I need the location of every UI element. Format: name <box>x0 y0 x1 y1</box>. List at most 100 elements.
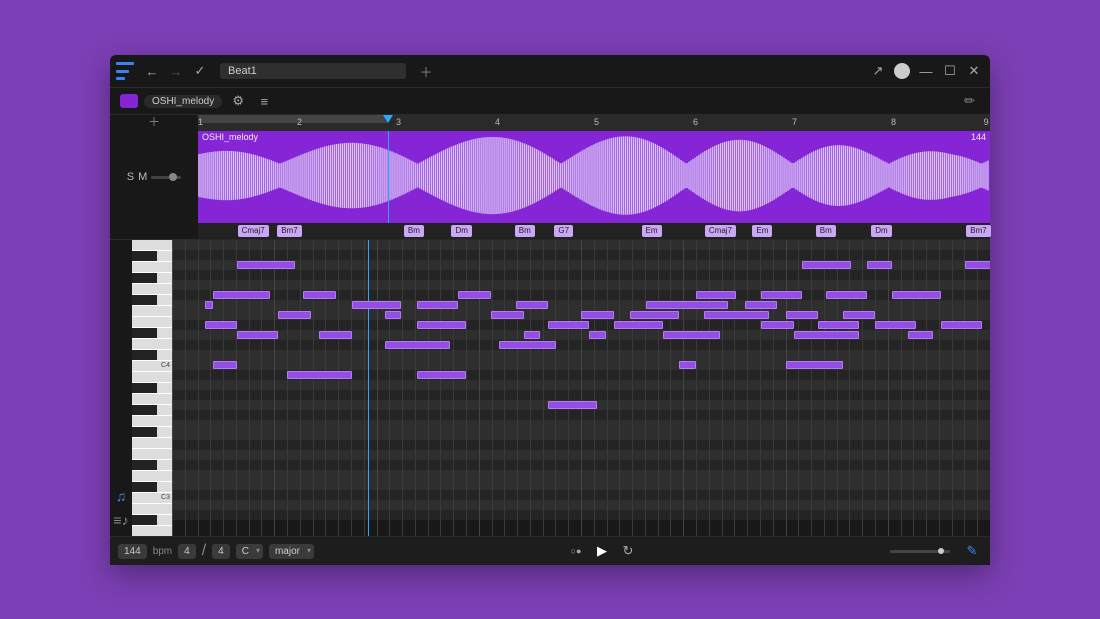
midi-note[interactable] <box>761 321 794 329</box>
midi-note[interactable] <box>278 311 311 319</box>
track-color-swatch[interactable] <box>120 94 138 108</box>
add-tab-button[interactable]: ＋ <box>416 61 436 81</box>
add-track-button[interactable]: ＋ <box>110 115 198 131</box>
list-icon[interactable]: ≡ <box>254 91 274 111</box>
solo-button[interactable]: S <box>127 171 134 183</box>
midi-note[interactable] <box>679 361 695 369</box>
midi-note[interactable] <box>213 361 238 369</box>
midi-note[interactable] <box>867 261 892 269</box>
minimize-button[interactable]: — <box>916 61 936 81</box>
midi-note[interactable] <box>205 301 213 309</box>
app-logo-icon[interactable] <box>116 62 134 80</box>
midi-note[interactable] <box>417 321 466 329</box>
midi-note[interactable] <box>614 321 663 329</box>
nav-back-icon[interactable]: ← <box>142 61 162 81</box>
midi-note[interactable] <box>287 371 352 379</box>
chord-chip[interactable]: Bm <box>404 225 424 237</box>
midi-note[interactable] <box>965 261 990 269</box>
midi-note[interactable] <box>794 331 859 339</box>
edit-icon[interactable]: ✎ <box>962 541 982 561</box>
chord-chip[interactable]: G7 <box>554 225 573 237</box>
midi-note[interactable] <box>516 301 549 309</box>
chord-chip[interactable]: Cmaj7 <box>238 225 269 237</box>
midi-note[interactable] <box>875 321 916 329</box>
record-icon[interactable]: ○● <box>566 541 586 561</box>
chord-chip[interactable]: Dm <box>871 225 891 237</box>
midi-note[interactable] <box>908 331 933 339</box>
chord-chip[interactable]: Em <box>752 225 772 237</box>
midi-note[interactable] <box>548 321 589 329</box>
maximize-button[interactable]: ☐ <box>940 61 960 81</box>
bpm-value[interactable]: 144 <box>118 544 147 559</box>
account-icon[interactable] <box>892 61 912 81</box>
midi-note[interactable] <box>548 401 597 409</box>
midi-note[interactable] <box>843 311 876 319</box>
midi-note[interactable] <box>761 291 802 299</box>
volume-slider[interactable] <box>151 176 181 179</box>
midi-note[interactable] <box>491 311 524 319</box>
timesig-num[interactable]: 4 <box>178 544 196 559</box>
midi-note[interactable] <box>696 291 737 299</box>
midi-note[interactable] <box>385 341 450 349</box>
midi-note[interactable] <box>213 291 270 299</box>
midi-note[interactable] <box>704 311 769 319</box>
pencil-icon[interactable]: ✎ <box>956 87 984 115</box>
mute-button[interactable]: M <box>138 171 147 183</box>
list-view-icon[interactable]: ≡♪ <box>113 512 128 528</box>
play-button[interactable]: ▶ <box>592 541 612 561</box>
midi-note[interactable] <box>417 301 458 309</box>
midi-note[interactable] <box>581 311 614 319</box>
loop-icon[interactable]: ↻ <box>618 541 638 561</box>
midi-note[interactable] <box>786 311 819 319</box>
chord-lane[interactable]: Cmaj7 Bm7 Bm Dm Bm G7 Em Cmaj7 Em Bm Dm Bm7 <box>198 223 990 239</box>
chord-chip[interactable]: Bm7 <box>966 225 990 237</box>
midi-note[interactable] <box>205 321 238 329</box>
key-select[interactable]: C <box>236 544 263 559</box>
midi-note[interactable] <box>941 321 982 329</box>
midi-note[interactable] <box>385 311 401 319</box>
midi-note[interactable] <box>786 361 843 369</box>
zoom-slider[interactable] <box>890 550 950 553</box>
ruler-mark: 6 <box>693 117 698 127</box>
timesig-den[interactable]: 4 <box>212 544 230 559</box>
chord-chip[interactable]: Bm7 <box>277 225 301 237</box>
midi-note[interactable] <box>646 301 728 309</box>
notes-view-icon[interactable]: ♫ <box>116 488 127 504</box>
midi-note[interactable] <box>524 331 540 339</box>
chord-chip[interactable]: Bm <box>816 225 836 237</box>
audio-clip[interactable]: OSHI_melody 144 <box>198 131 990 223</box>
midi-note[interactable] <box>319 331 352 339</box>
chord-chip[interactable]: Bm <box>515 225 535 237</box>
midi-note[interactable] <box>237 331 278 339</box>
midi-note[interactable] <box>630 311 679 319</box>
midi-note[interactable] <box>802 261 851 269</box>
gear-icon[interactable]: ⚙ <box>228 91 248 111</box>
midi-note[interactable] <box>303 291 336 299</box>
midi-note[interactable] <box>745 301 778 309</box>
share-icon[interactable]: ↗ <box>868 61 888 81</box>
timeline-ruler[interactable]: 123456789 <box>198 115 990 131</box>
chord-chip[interactable]: Cmaj7 <box>705 225 736 237</box>
nav-forward-icon[interactable]: → <box>166 61 186 81</box>
midi-note[interactable] <box>818 321 859 329</box>
midi-note[interactable] <box>458 291 491 299</box>
piano-keyboard[interactable]: C4C3 <box>132 240 172 536</box>
playhead-marker-icon[interactable] <box>383 115 393 123</box>
midi-note[interactable] <box>417 371 466 379</box>
midi-note[interactable] <box>589 331 605 339</box>
confirm-icon[interactable]: ✓ <box>190 61 210 81</box>
project-tab[interactable]: Beat1 <box>220 63 406 79</box>
midi-note[interactable] <box>352 301 401 309</box>
midi-note[interactable] <box>826 291 867 299</box>
scale-select[interactable]: major <box>269 544 314 559</box>
midi-note[interactable] <box>499 341 556 349</box>
midi-note[interactable] <box>237 261 294 269</box>
close-button[interactable]: ✕ <box>964 61 984 81</box>
piano-roll[interactable] <box>172 240 990 536</box>
chord-chip[interactable]: Dm <box>451 225 471 237</box>
track-arrangement[interactable]: 123456789 OSHI_melody 144 <box>198 115 990 223</box>
midi-note[interactable] <box>663 331 720 339</box>
track-name-pill[interactable]: OSHI_melody <box>144 95 222 108</box>
midi-note[interactable] <box>892 291 941 299</box>
chord-chip[interactable]: Em <box>642 225 662 237</box>
